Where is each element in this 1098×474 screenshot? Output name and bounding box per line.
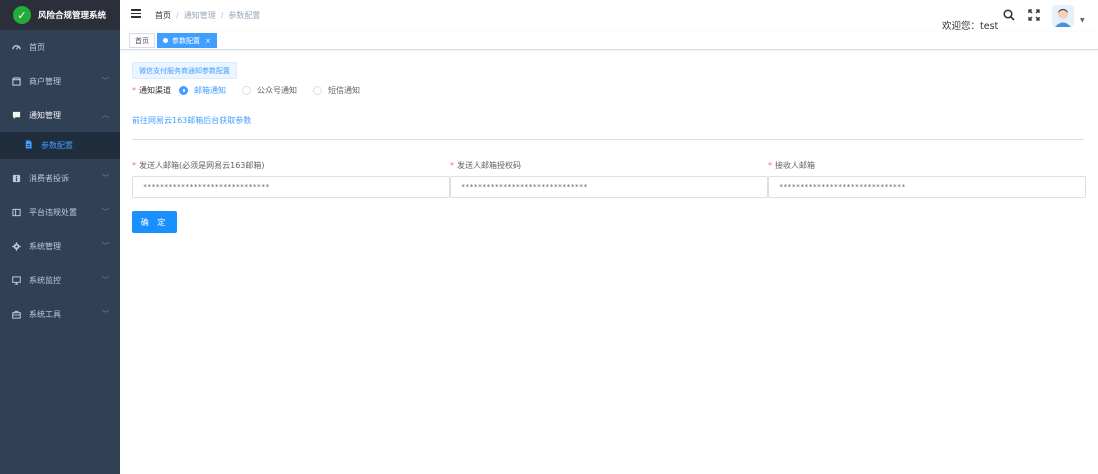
receiver-email-input[interactable]: ****************************** xyxy=(768,176,1086,198)
brand: ✓ 风险合规管理系统 xyxy=(0,0,120,30)
dashboard-icon xyxy=(11,42,21,52)
breadcrumb-home[interactable]: 首页 xyxy=(155,10,171,21)
notify-channel-row: * 通知渠道 邮箱通知 公众号通知 短信通知 xyxy=(132,84,376,96)
breadcrumb-notification: 通知管理 xyxy=(183,11,216,20)
sidebar-item-system-tools[interactable]: 系统工具 ﹀ xyxy=(0,297,120,331)
tag-label: 首页 xyxy=(135,36,149,45)
chevron-down-icon: ﹀ xyxy=(102,174,109,182)
sidebar-item-notification[interactable]: 通知管理 ︿ xyxy=(0,98,120,132)
app-title: 风险合规管理系统 xyxy=(38,11,107,21)
sender-auth-code-input[interactable]: ****************************** xyxy=(450,176,768,198)
radio-label: 邮箱通知 xyxy=(194,85,226,95)
monitor-icon xyxy=(11,275,21,285)
field-label-text: 发送人邮箱授权码 xyxy=(457,161,521,170)
toolbox-icon xyxy=(11,309,21,319)
sidebar-item-label: 首页 xyxy=(29,42,45,52)
search-icon[interactable] xyxy=(1003,9,1015,21)
section-tab-wechat-config[interactable]: 微信支付服务商通知参数配置 xyxy=(132,62,237,79)
complaint-icon xyxy=(11,173,21,183)
document-icon xyxy=(24,140,33,151)
confirm-button[interactable]: 确 定 xyxy=(132,211,177,233)
chevron-up-icon: ︿ xyxy=(102,111,109,119)
radio-email[interactable]: 邮箱通知 xyxy=(179,85,226,96)
breadcrumb-separator: / xyxy=(220,11,224,20)
sidebar-item-label: 系统管理 xyxy=(29,241,61,251)
radio-label: 短信通知 xyxy=(328,85,360,95)
main-content: 微信支付服务商通知参数配置 * 通知渠道 邮箱通知 公众号通知 短信通知 前往网… xyxy=(120,50,1098,474)
sidebar-item-label: 系统监控 xyxy=(29,275,61,285)
sender-auth-code-label: * 发送人邮箱授权码 xyxy=(450,160,521,171)
caret-down-icon[interactable]: ▼ xyxy=(1080,17,1085,24)
sidebar-item-label: 通知管理 xyxy=(29,110,61,120)
breadcrumb: 首页 / 通知管理 / 参数配置 xyxy=(155,10,260,21)
sidebar-item-system-monitor[interactable]: 系统监控 ﹀ xyxy=(0,263,120,297)
field-label-text: 发送人邮箱(必须是网易云163邮箱) xyxy=(139,161,265,170)
sidebar-item-home[interactable]: 首页 xyxy=(0,30,120,64)
chevron-down-icon: ﹀ xyxy=(102,208,109,216)
sidebar-item-complaint[interactable]: 消费者投诉 ﹀ xyxy=(0,161,120,195)
violation-icon xyxy=(11,207,21,217)
welcome-text: 欢迎您：test xyxy=(942,21,999,32)
message-icon xyxy=(11,110,21,120)
tag-home[interactable]: 首页 xyxy=(129,33,155,48)
netease-mail-link[interactable]: 前往网易云163邮箱后台获取参数 xyxy=(132,115,251,126)
sidebar-item-label: 消费者投诉 xyxy=(29,173,69,183)
sidebar-item-label: 系统工具 xyxy=(29,309,61,319)
close-icon[interactable]: × xyxy=(205,37,211,45)
sidebar-item-violation[interactable]: 平台违规处置 ﹀ xyxy=(0,195,120,229)
required-mark: * xyxy=(768,161,772,170)
navbar: 首页 / 通知管理 / 参数配置 欢迎您：test ▼ xyxy=(120,0,1098,32)
active-dot-icon xyxy=(163,38,168,43)
sidebar-item-label: 商户管理 xyxy=(29,76,61,86)
chevron-down-icon: ﹀ xyxy=(102,310,109,318)
breadcrumb-current: 参数配置 xyxy=(228,11,261,20)
radio-circle xyxy=(242,85,251,95)
gear-icon xyxy=(11,241,21,251)
avatar[interactable] xyxy=(1052,5,1074,27)
chevron-down-icon: ﹀ xyxy=(102,276,109,284)
tag-label: 参数配置 xyxy=(172,36,200,45)
radio-label: 公众号通知 xyxy=(257,85,297,95)
sidebar-item-merchant[interactable]: 商户管理 ﹀ xyxy=(0,64,120,98)
notify-channel-label: 通知渠道 xyxy=(139,85,171,95)
sidebar-item-system-manage[interactable]: 系统管理 ﹀ xyxy=(0,229,120,263)
wechat-logo-icon: ✓ xyxy=(13,6,31,24)
radio-sms[interactable]: 短信通知 xyxy=(313,85,360,96)
sidebar-subitem-label: 参数配置 xyxy=(41,141,73,150)
fullscreen-icon[interactable] xyxy=(1028,9,1040,21)
required-mark: * xyxy=(132,85,136,95)
tag-param-config[interactable]: 参数配置 × xyxy=(157,33,217,48)
radio-circle xyxy=(179,85,188,95)
radio-official-account[interactable]: 公众号通知 xyxy=(242,85,297,96)
required-mark: * xyxy=(450,161,454,170)
required-mark: * xyxy=(132,161,136,170)
sidebar-item-label: 平台违规处置 xyxy=(29,207,77,217)
sender-email-label: * 发送人邮箱(必须是网易云163邮箱) xyxy=(132,160,265,171)
tags-view: 首页 参数配置 × xyxy=(120,32,1098,50)
radio-circle xyxy=(313,85,322,95)
receiver-email-label: * 接收人邮箱 xyxy=(768,160,815,171)
field-label-text: 接收人邮箱 xyxy=(775,161,815,170)
chevron-down-icon: ﹀ xyxy=(102,77,109,85)
sidebar-subitem-param-config[interactable]: 参数配置 xyxy=(0,132,120,159)
divider xyxy=(132,139,1084,140)
chevron-down-icon: ﹀ xyxy=(102,242,109,250)
breadcrumb-separator: / xyxy=(176,11,179,20)
hamburger-menu-icon[interactable] xyxy=(131,9,141,19)
shop-icon xyxy=(11,76,21,86)
sidebar: ✓ 风险合规管理系统 首页 商户管理 ﹀ 通知管理 ︿ 参数配置 消费者投诉 ﹀… xyxy=(0,0,120,474)
sender-email-input[interactable]: ****************************** xyxy=(132,176,450,198)
